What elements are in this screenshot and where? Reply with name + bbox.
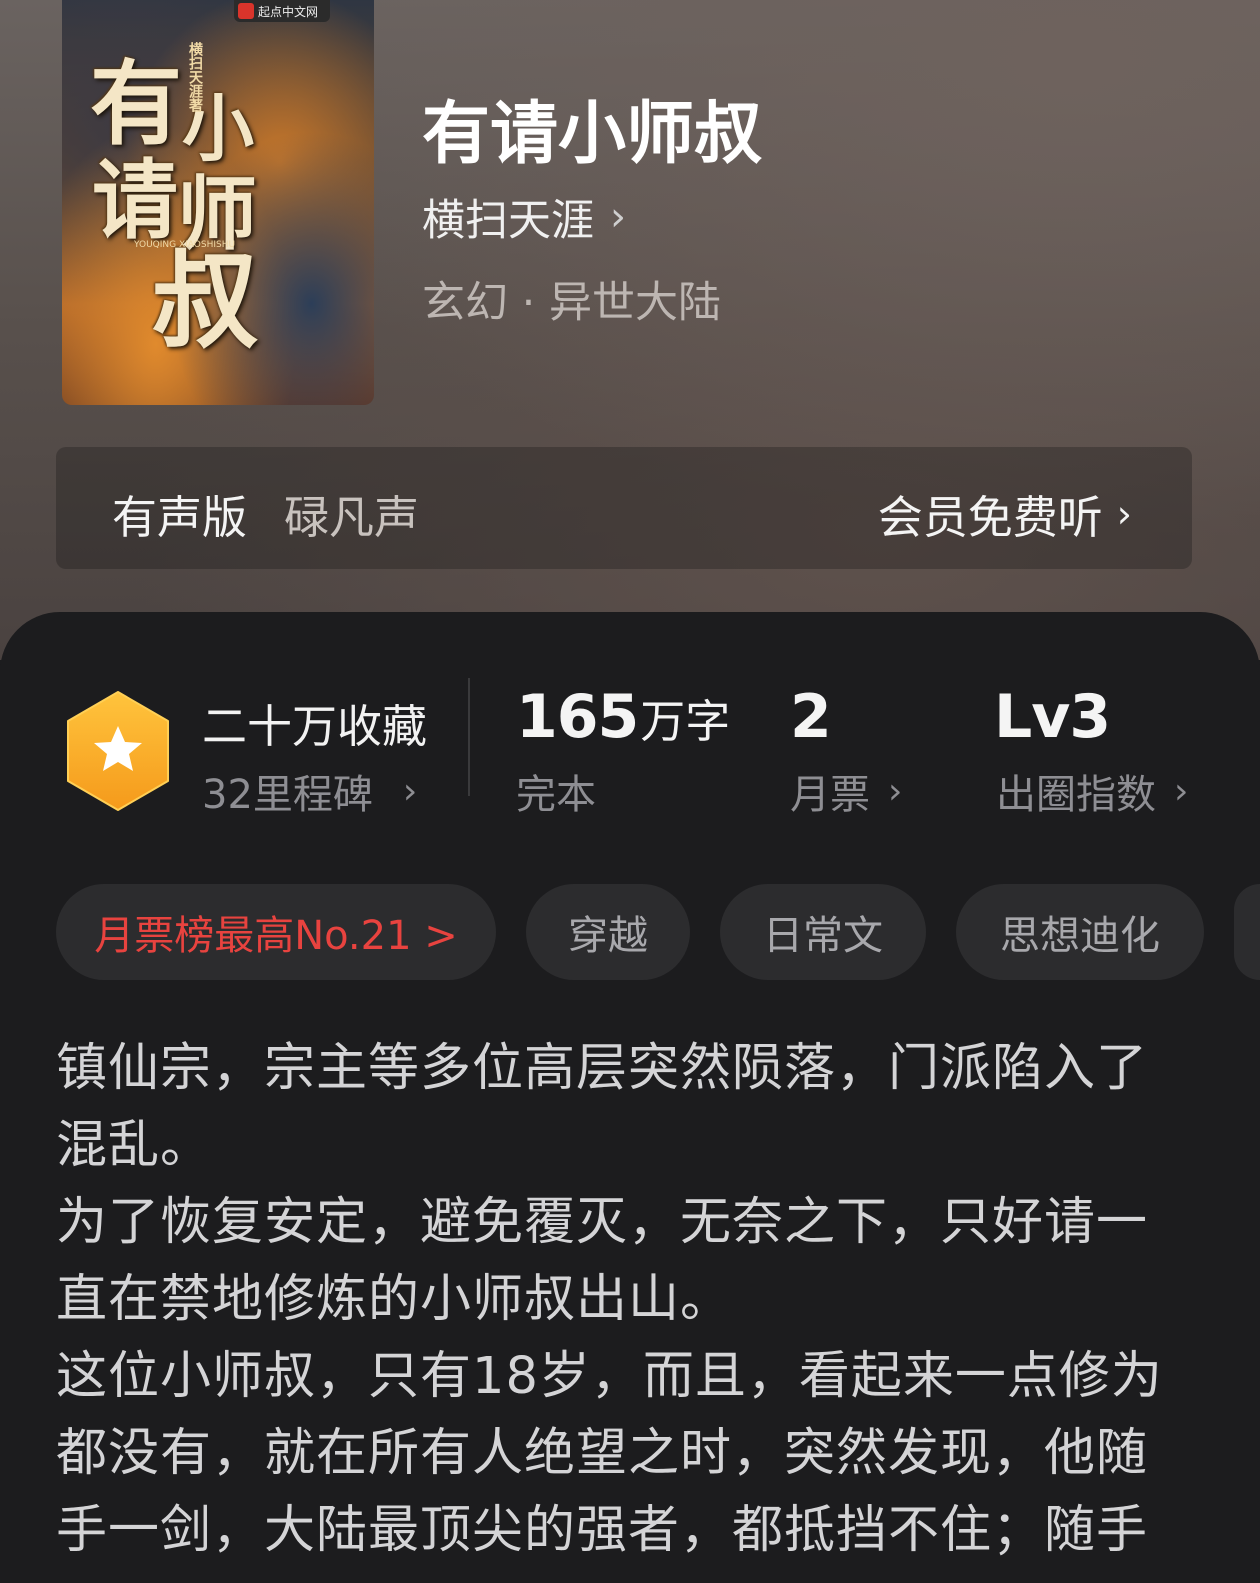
description-paragraph: 这位小师叔，只有18岁，而且，看起来一点修为都没有，就在所有人绝望之时，突然发现… (56, 1347, 1163, 1560)
word-count-number: 165 (516, 682, 639, 752)
tag-chip[interactable]: 思想迪化 (956, 884, 1204, 980)
book-title: 有请小师叔 (422, 94, 763, 174)
book-status-label: 完本 (516, 772, 596, 818)
cover-english-text: YOUQING XIAOSHISHU (134, 240, 236, 250)
tag-chip[interactable]: 穿越 (526, 884, 690, 980)
audio-narrator: 碌凡声 (284, 491, 420, 544)
influence-index-link[interactable]: 出圈指数 › (996, 762, 1188, 820)
listen-free-label: 会员免费听 (877, 491, 1103, 544)
tag-chip-partial[interactable] (1234, 884, 1260, 980)
description-paragraph: 为了恢复安定，避免覆灭，无奈之下，只好请一直在禁地修炼的小师叔出山。 (56, 1193, 1149, 1329)
monthly-rank-tag[interactable]: 月票榜最高No.21 > (56, 884, 496, 980)
collection-count: 二十万收藏 (202, 700, 428, 753)
milestone-link[interactable]: 32里程碑 › (202, 762, 417, 820)
word-count: 165万字 (516, 682, 730, 752)
word-count-unit: 万字 (640, 695, 731, 748)
author-name: 横扫天涯 (422, 196, 594, 246)
book-status: 完本 (516, 762, 596, 820)
chevron-right-icon: › (1116, 491, 1132, 536)
chevron-right-icon: › (610, 194, 626, 240)
influence-level: Lv3 (994, 682, 1111, 752)
audio-version-bar[interactable]: 有声版 碌凡声 会员免费听 › (56, 447, 1192, 569)
publisher-logo: 起点中文网 (234, 0, 330, 22)
monthly-votes-count: 2 (790, 682, 832, 752)
monthly-votes-label: 月票 (790, 772, 870, 818)
influence-index-label: 出圈指数 (996, 772, 1156, 818)
chevron-right-icon: › (1174, 770, 1189, 812)
cover-title-char: 叔 (152, 238, 258, 363)
author-link[interactable]: 横扫天涯 › (422, 186, 626, 248)
publisher-logo-text: 起点中文网 (258, 5, 319, 19)
listen-free-button[interactable]: 会员免费听 › (878, 481, 1132, 546)
audio-label: 有声版 (112, 491, 248, 544)
book-cover[interactable]: 起点中文网 有 请 小 师 叔 横扫天涯著 YOUQING XIAOSHISHU (62, 0, 374, 405)
stats-divider (468, 678, 470, 796)
chevron-right-icon: › (888, 770, 903, 812)
book-detail-card: 二十万收藏 32里程碑 › 165万字 完本 2 月票 › Lv3 出圈指数 ›… (0, 612, 1260, 1583)
book-description[interactable]: 镇仙宗，宗主等多位高层突然陨落，门派陷入了混乱。 为了恢复安定，避免覆灭，无奈之… (56, 1030, 1196, 1569)
milestone-label: 32里程碑 (202, 772, 373, 818)
book-header: 起点中文网 有 请 小 师 叔 横扫天涯著 YOUQING XIAOSHISHU… (0, 0, 1260, 660)
cover-author-text: 横扫天涯著 (187, 42, 203, 112)
collection-badge-icon[interactable] (64, 690, 172, 812)
publisher-logo-mark (238, 3, 254, 19)
description-paragraph: 镇仙宗，宗主等多位高层突然陨落，门派陷入了混乱。 (56, 1039, 1149, 1175)
chevron-right-icon: › (402, 770, 418, 812)
tag-chip[interactable]: 日常文 (720, 884, 926, 980)
book-genre: 玄幻 · 异世大陆 (422, 278, 722, 328)
monthly-votes-link[interactable]: 月票 › (790, 762, 902, 820)
